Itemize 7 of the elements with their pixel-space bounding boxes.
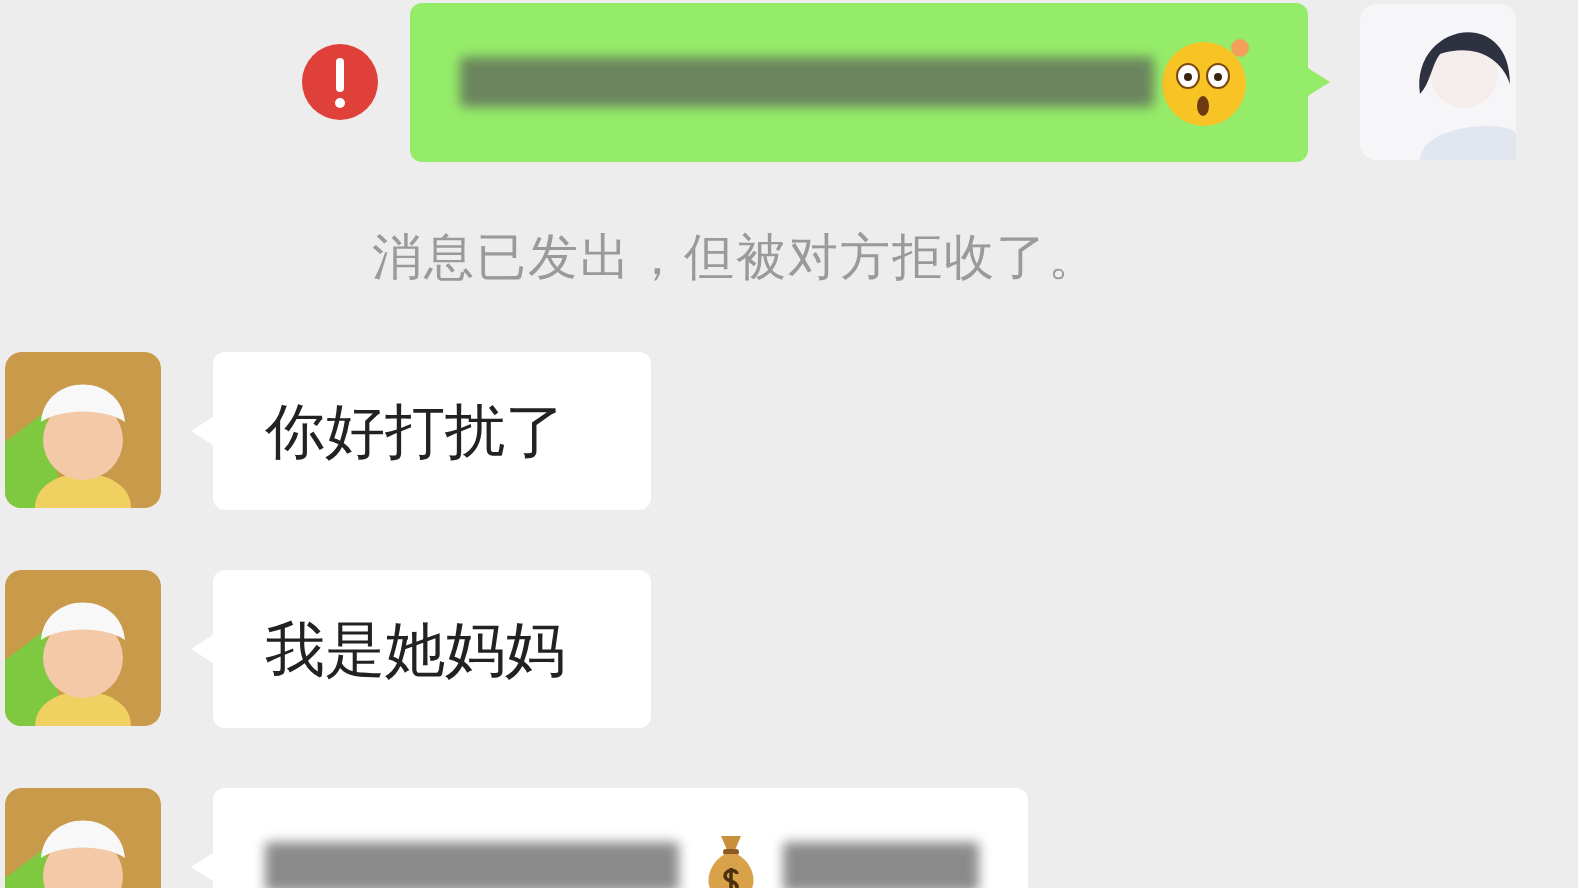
system-notice: 消息已发出，但被对方拒收了。 xyxy=(372,226,1100,288)
message-bubble[interactable]: 我是她妈妈 xyxy=(213,570,651,728)
message-bubble[interactable]: 你好打扰了 xyxy=(213,352,651,510)
error-icon[interactable] xyxy=(302,44,378,120)
shocked-face-icon xyxy=(1160,36,1252,128)
message-bubble[interactable] xyxy=(410,2,1308,162)
bubble-tail xyxy=(1308,68,1330,96)
